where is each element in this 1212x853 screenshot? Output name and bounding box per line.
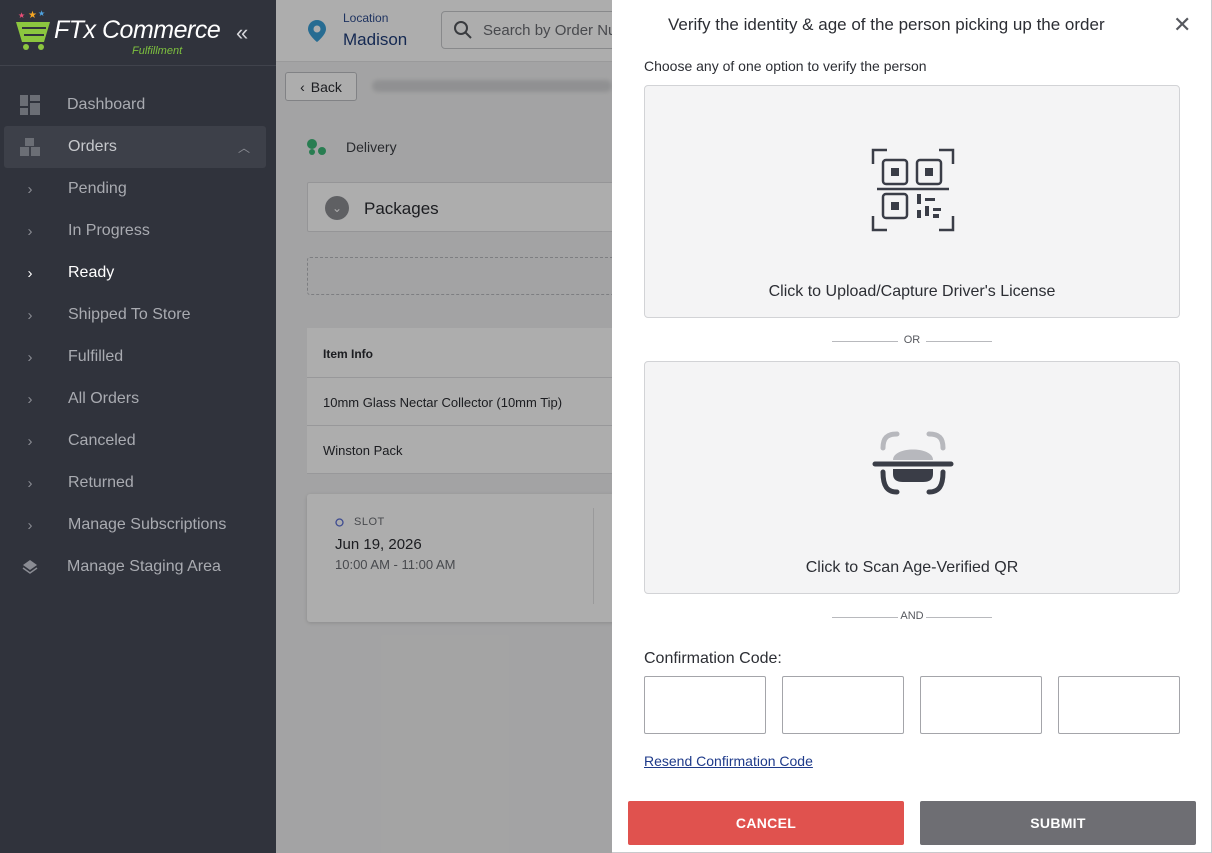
sidebar-nav: Dashboard Orders ︿ › Pending › In Progre… bbox=[0, 84, 276, 588]
brand-name: FTx Commerce bbox=[54, 16, 221, 44]
brand-subtitle: Fulfillment bbox=[132, 45, 183, 57]
sidebar: ★ ★ ★ FTx Commerce Fulfillment « Dashboa… bbox=[0, 0, 276, 853]
sidebar-item-in-progress[interactable]: › In Progress bbox=[0, 210, 276, 252]
sidebar-item-manage-staging-area[interactable]: Manage Staging Area bbox=[0, 546, 276, 588]
sidebar-item-label: In Progress bbox=[68, 222, 150, 239]
chevron-right-icon: › bbox=[27, 264, 33, 282]
confirmation-code-digit-1[interactable] bbox=[644, 676, 766, 734]
panel-subtitle: Choose any of one option to verify the p… bbox=[644, 58, 927, 74]
sidebar-item-returned[interactable]: › Returned bbox=[0, 462, 276, 504]
upload-license-option[interactable]: Click to Upload/Capture Driver's License bbox=[644, 85, 1180, 318]
sidebar-item-all-orders[interactable]: › All Orders bbox=[0, 378, 276, 420]
chevron-right-icon: › bbox=[27, 432, 33, 450]
sidebar-item-label: Dashboard bbox=[67, 96, 146, 113]
sidebar-item-fulfilled[interactable]: › Fulfilled bbox=[0, 336, 276, 378]
chevron-right-icon: › bbox=[27, 222, 33, 240]
qr-scan-icon bbox=[871, 148, 955, 232]
chevron-up-icon: ︿ bbox=[237, 140, 250, 155]
sidebar-item-label: Canceled bbox=[68, 432, 136, 449]
panel-title: Verify the identity & age of the person … bbox=[668, 15, 1105, 34]
sidebar-item-pending[interactable]: › Pending bbox=[0, 168, 276, 210]
svg-text:★: ★ bbox=[18, 11, 25, 20]
chevron-right-icon: › bbox=[27, 474, 33, 492]
sidebar-item-label: Fulfilled bbox=[68, 348, 124, 365]
and-label: AND bbox=[900, 610, 924, 622]
and-separator: AND bbox=[832, 610, 992, 624]
sidebar-item-label: Ready bbox=[68, 264, 115, 281]
sidebar-item-dashboard[interactable]: Dashboard bbox=[0, 84, 276, 126]
confirmation-code-digit-3[interactable] bbox=[920, 676, 1042, 734]
sidebar-item-label: Shipped To Store bbox=[68, 306, 191, 323]
or-separator: OR bbox=[832, 334, 992, 348]
svg-text:★: ★ bbox=[28, 10, 37, 21]
confirmation-code-label: Confirmation Code: bbox=[644, 650, 782, 667]
sidebar-item-label: Pending bbox=[68, 180, 127, 197]
sidebar-item-label: Manage Staging Area bbox=[67, 558, 221, 575]
collapse-sidebar-icon[interactable]: « bbox=[236, 20, 248, 46]
scan-qr-option[interactable]: Click to Scan Age-Verified QR bbox=[644, 361, 1180, 594]
sidebar-item-label: All Orders bbox=[68, 390, 140, 407]
close-icon[interactable]: ✕ bbox=[1173, 14, 1191, 36]
face-scan-icon bbox=[872, 431, 954, 495]
confirmation-code-digit-4[interactable] bbox=[1058, 676, 1180, 734]
verify-identity-panel: Verify the identity & age of the person … bbox=[612, 0, 1212, 853]
sidebar-item-ready[interactable]: › Ready bbox=[0, 252, 276, 294]
sidebar-item-shipped-to-store[interactable]: › Shipped To Store bbox=[0, 294, 276, 336]
cancel-button[interactable]: CANCEL bbox=[628, 801, 904, 845]
chevron-right-icon: › bbox=[27, 306, 33, 324]
confirmation-code-digit-2[interactable] bbox=[782, 676, 904, 734]
dashboard-icon bbox=[20, 95, 40, 115]
or-label: OR bbox=[903, 334, 921, 346]
chevron-right-icon: › bbox=[27, 180, 33, 198]
submit-button[interactable]: SUBMIT bbox=[920, 801, 1196, 845]
sidebar-item-manage-subscriptions[interactable]: › Manage Subscriptions bbox=[0, 504, 276, 546]
chevron-right-icon: › bbox=[27, 516, 33, 534]
sidebar-item-label: Manage Subscriptions bbox=[68, 516, 227, 533]
brand-header: ★ ★ ★ FTx Commerce Fulfillment « bbox=[0, 0, 276, 66]
svg-text:★: ★ bbox=[38, 9, 45, 18]
upload-license-label: Click to Upload/Capture Driver's License bbox=[768, 283, 1056, 300]
scan-qr-label: Click to Scan Age-Verified QR bbox=[805, 559, 1019, 576]
sidebar-item-orders[interactable]: Orders ︿ bbox=[4, 126, 266, 168]
chevron-right-icon: › bbox=[27, 390, 33, 408]
orders-icon bbox=[20, 137, 40, 157]
chevron-right-icon: › bbox=[27, 348, 33, 366]
sidebar-item-label: Orders bbox=[68, 138, 117, 155]
staging-icon bbox=[20, 557, 40, 577]
resend-code-link[interactable]: Resend Confirmation Code bbox=[644, 753, 813, 769]
sidebar-item-label: Returned bbox=[68, 474, 134, 491]
sidebar-item-canceled[interactable]: › Canceled bbox=[0, 420, 276, 462]
cart-logo-icon: ★ ★ ★ bbox=[16, 9, 50, 50]
